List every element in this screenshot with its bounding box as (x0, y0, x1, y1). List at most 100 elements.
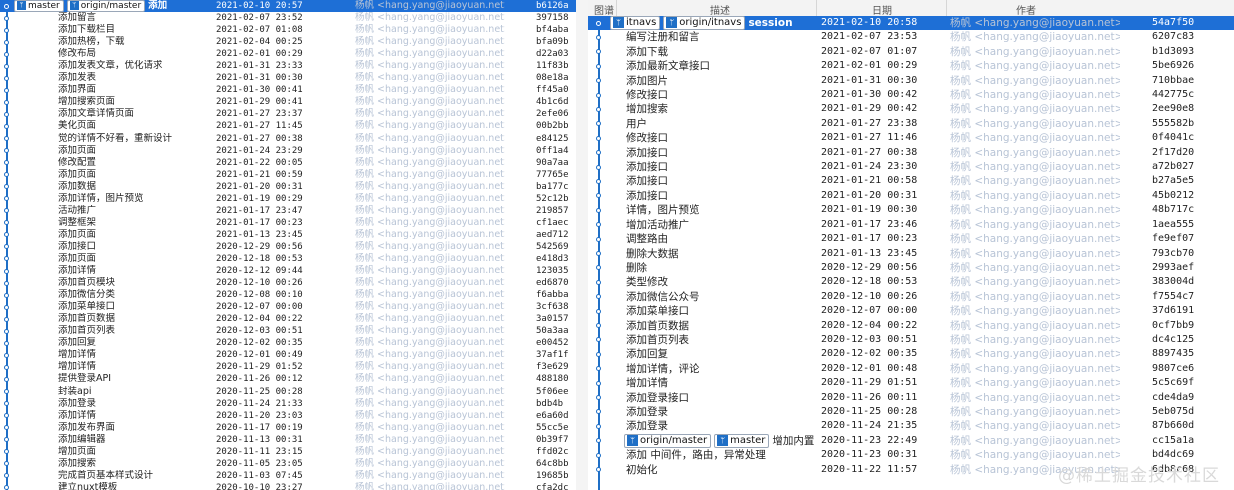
table-row[interactable]: 删除大数据 2021-01-13 23:45 杨帆 <hang.yang@jiaoy… (588, 247, 1234, 261)
commit-date: 2021-02-07 23:52 (216, 13, 303, 24)
table-row-branch[interactable]: ᛘ origin/master ᛘ master 增加内置 2020-11-23 22:4… (588, 433, 1234, 448)
commit-node-icon (4, 160, 9, 166)
table-row[interactable]: 添加下载 2021-02-07 01:07 杨帆 <hang.yang@jiaoyu… (588, 45, 1234, 59)
branch-tag[interactable]: ᛘ itnavs (610, 16, 661, 31)
table-row-selected[interactable]: ᛘ itnavs ᛘ origin/itnavs session 2021-02-1… (588, 16, 1234, 31)
table-row[interactable]: 添加首页列表 2020-12-03 00:51 杨帆 <hang.yang@jiao… (588, 333, 1234, 347)
table-row[interactable]: 添加回复 2020-12-02 00:35 杨帆 <hang.yang@jiaoyu… (588, 347, 1234, 361)
table-row[interactable]: 详情，图片预览 2021-01-19 00:30 杨帆 <hang.yang@jia… (588, 203, 1234, 217)
table-row[interactable]: 添加首页数据 2020-12-04 00:22 杨帆 <hang.yang@jiao… (0, 313, 576, 325)
table-row[interactable]: 添加接口 2021-01-21 00:58 杨帆 <hang.yang@jiaoyu… (588, 174, 1234, 188)
header-separator[interactable] (616, 0, 617, 16)
commit-author: 杨帆 <hang.yang@jiaoyuan.net> (355, 144, 505, 156)
table-row[interactable]: 完成首页基本样式设计 2020-11-03 07:45 杨帆 <hang.yang@… (0, 470, 576, 482)
table-row[interactable]: 添加最新文章接口 2021-02-01 00:29 杨帆 <hang.yang@ji… (588, 59, 1234, 73)
table-row[interactable]: 添加留言 2021-02-07 23:52 杨帆 <hang.yang@jiaoyu… (0, 12, 576, 24)
commit-hash: 0f4041c (1152, 132, 1195, 144)
table-row[interactable]: 修改接口 2021-01-30 00:42 杨帆 <hang.yang@jiaoyu… (588, 88, 1234, 102)
table-row[interactable]: 添加菜单接口 2020-12-07 00:00 杨帆 <hang.yang@jiao… (0, 301, 576, 313)
table-row[interactable]: 添加接口 2020-12-29 00:56 杨帆 <hang.yang@jiaoyu… (0, 241, 576, 253)
table-row[interactable]: 添加页面 2020-12-18 00:53 杨帆 <hang.yang@jiaoyu… (0, 253, 576, 265)
table-row-selected[interactable]: ᛘ master ᛘ origin/master 添加 2021-02-10 20:… (0, 0, 576, 13)
table-row[interactable]: 添加发表文章，优化请求 2021-01-31 23:33 杨帆 <hang.yang… (0, 60, 576, 72)
branch-tag[interactable]: ᛘ master (14, 0, 64, 13)
table-row[interactable]: 调整路由 2021-01-17 00:23 杨帆 <hang.yang@jiaoyu… (588, 232, 1234, 246)
table-row[interactable]: 增加活动推广 2021-01-17 23:46 杨帆 <hang.yang@jiao… (588, 218, 1234, 232)
commit-hash: f7554c7 (1152, 290, 1195, 302)
table-row[interactable]: 添加详情 2020-12-12 09:44 杨帆 <hang.yang@jiaoyu… (0, 265, 576, 277)
commit-date: 2021-01-20 00:31 (216, 181, 303, 192)
header-separator[interactable] (946, 0, 947, 16)
table-row[interactable]: 添加登录 2020-11-24 21:33 杨帆 <hang.yang@jiaoyu… (0, 398, 576, 410)
table-row[interactable]: 增加页面 2020-11-11 23:15 杨帆 <hang.yang@jiaoyu… (0, 446, 576, 458)
table-row[interactable]: 修改配置 2021-01-22 00:05 杨帆 <hang.yang@jiaoyu… (0, 157, 576, 169)
table-row[interactable]: 增加详情 2020-11-29 01:52 杨帆 <hang.yang@jiaoyu… (0, 361, 576, 373)
table-row[interactable]: 删除 2020-12-29 00:56 杨帆 <hang.yang@jiaoyuan… (588, 261, 1234, 275)
commit-hash: a72b027 (1152, 161, 1195, 173)
commit-message: 增加详情 (626, 377, 668, 390)
table-row[interactable]: 添加回复 2020-12-02 00:35 杨帆 <hang.yang@jiaoyu… (0, 337, 576, 349)
commit-node-icon (596, 337, 601, 343)
table-row[interactable]: 添加界面 2021-01-30 00:41 杨帆 <hang.yang@jiaoyu… (0, 84, 576, 96)
table-row[interactable]: 活动推广 2021-01-17 23:47 杨帆 <hang.yang@jiaoyu… (0, 205, 576, 217)
table-row[interactable]: 添加页面 2021-01-24 23:29 杨帆 <hang.yang@jiaoyu… (0, 145, 576, 157)
header-description[interactable]: 描述 (710, 2, 730, 17)
table-row[interactable]: 类型修改 2020-12-18 00:53 杨帆 <hang.yang@jiaoyu… (588, 275, 1234, 289)
commit-node-icon (4, 111, 9, 117)
table-row[interactable]: 建立nuxt模板 2020-10-10 23:27 杨帆 <hang.yang@ji… (0, 482, 576, 490)
table-row[interactable]: 调整框架 2021-01-17 00:23 杨帆 <hang.yang@jiaoyu… (0, 217, 576, 229)
table-row[interactable]: 添加微信分类 2020-12-08 00:10 杨帆 <hang.yang@jiao… (0, 289, 576, 301)
table-row[interactable]: 添加首页列表 2020-12-03 00:51 杨帆 <hang.yang@jiao… (0, 325, 576, 337)
table-row[interactable]: 添加登录 2020-11-25 00:28 杨帆 <hang.yang@jiaoyu… (588, 405, 1234, 419)
table-row[interactable]: 添加接口 2021-01-20 00:31 杨帆 <hang.yang@jiaoyu… (588, 189, 1234, 203)
table-row[interactable]: 添加菜单接口 2020-12-07 00:00 杨帆 <hang.yang@jiao… (588, 304, 1234, 318)
commit-hash: 397158 (536, 13, 569, 24)
table-row[interactable]: 添加数据 2021-01-20 00:31 杨帆 <hang.yang@jiaoyu… (0, 181, 576, 193)
table-row[interactable]: 美化页面 2021-01-27 11:45 杨帆 <hang.yang@jiaoyu… (0, 120, 576, 132)
table-row[interactable]: 增加详情 2020-11-29 01:51 杨帆 <hang.yang@jiaoyu… (588, 376, 1234, 390)
branch-tag[interactable]: ᛘ origin/master (624, 433, 712, 448)
commit-hash: ed6870 (536, 278, 569, 289)
table-row[interactable]: 添加热榜，下载 2021-02-04 00:25 杨帆 <hang.yang@jia… (0, 36, 576, 48)
table-row[interactable]: 增加搜索页面 2021-01-29 00:41 杨帆 <hang.yang@jiao… (0, 96, 576, 108)
table-row[interactable]: 添加首页模块 2020-12-10 00:26 杨帆 <hang.yang@jiao… (0, 277, 576, 289)
table-row[interactable]: 修改接口 2021-01-27 11:46 杨帆 <hang.yang@jiaoyu… (588, 131, 1234, 145)
header-graph[interactable]: 图谱 (594, 2, 614, 17)
table-row[interactable]: 添加接口 2021-01-27 00:38 杨帆 <hang.yang@jiaoyu… (588, 146, 1234, 160)
table-row[interactable]: 觉的详情不好看，重新设计 2021-01-27 00:38 杨帆 <hang.yan… (0, 133, 576, 145)
table-row[interactable]: 添加接口 2021-01-24 23:30 杨帆 <hang.yang@jiaoyu… (588, 160, 1234, 174)
table-row[interactable]: 添加详情，图片预览 2021-01-19 00:29 杨帆 <hang.yang@j… (0, 193, 576, 205)
header-date[interactable]: 日期 (872, 2, 892, 17)
table-row[interactable]: 增加详情 2020-12-01 00:49 杨帆 <hang.yang@jiaoyu… (0, 349, 576, 361)
table-row[interactable]: 提供登录API 2020-11-26 00:12 杨帆 <hang.yang@jia… (0, 373, 576, 385)
branch-tag[interactable]: ᛘ origin/master (66, 0, 146, 13)
table-row[interactable]: 添加首页数据 2020-12-04 00:22 杨帆 <hang.yang@jiao… (588, 319, 1234, 333)
table-row[interactable]: 添加发布界面 2020-11-17 00:19 杨帆 <hang.yang@jiao… (0, 422, 576, 434)
table-row[interactable]: 添加登录 2020-11-24 21:35 杨帆 <hang.yang@jiaoyu… (588, 419, 1234, 433)
table-row[interactable]: 添加页面 2021-01-21 00:59 杨帆 <hang.yang@jiaoyu… (0, 169, 576, 181)
table-row[interactable]: 添加搜索 2020-11-05 23:05 杨帆 <hang.yang@jiaoyu… (0, 458, 576, 470)
commit-message: 添加 (148, 0, 168, 11)
table-row[interactable]: 添加登录接口 2020-11-26 00:11 杨帆 <hang.yang@jiao… (588, 391, 1234, 405)
table-row[interactable]: 增加搜索 2021-01-29 00:42 杨帆 <hang.yang@jiaoyu… (588, 102, 1234, 116)
table-row[interactable]: 添加下载栏目 2021-02-07 01:08 杨帆 <hang.yang@jiao… (0, 24, 576, 36)
table-row[interactable]: 添加编辑器 2020-11-13 00:31 杨帆 <hang.yang@jiaoy… (0, 434, 576, 446)
commit-hash: 11f83b (536, 61, 569, 72)
table-row[interactable]: 添加图片 2021-01-31 00:30 杨帆 <hang.yang@jiaoyu… (588, 74, 1234, 88)
table-row[interactable]: 添加微信公众号 2020-12-10 00:26 杨帆 <hang.yang@jia… (588, 290, 1234, 304)
table-row[interactable]: 修改布局 2021-02-01 00:29 杨帆 <hang.yang@jiaoyu… (0, 48, 576, 60)
commit-message: 添加界面 (58, 84, 97, 96)
branch-tag[interactable]: ᛘ master (714, 433, 770, 448)
table-row[interactable]: 用户 2021-01-27 23:38 杨帆 <hang.yang@jiaoyuan… (588, 117, 1234, 131)
branch-tag-label: origin/master (80, 1, 142, 12)
table-row[interactable]: 添加页面 2021-01-13 23:45 杨帆 <hang.yang@jiaoyu… (0, 229, 576, 241)
table-row[interactable]: 增加详情，评论 2020-12-01 00:48 杨帆 <hang.yang@jia… (588, 362, 1234, 376)
header-author[interactable]: 作者 (1016, 2, 1036, 17)
table-row[interactable]: 编写注册和留言 2021-02-07 23:53 杨帆 <hang.yang@jia… (588, 30, 1234, 44)
branch-tag[interactable]: ᛘ origin/itnavs (663, 16, 746, 31)
table-row[interactable]: 添加发表 2021-01-31 00:30 杨帆 <hang.yang@jiaoyu… (0, 72, 576, 84)
table-row[interactable]: 添加详情 2020-11-20 23:03 杨帆 <hang.yang@jiaoyu… (0, 410, 576, 422)
header-separator[interactable] (816, 0, 817, 16)
table-row[interactable]: 添加文章详情页面 2021-01-27 23:37 杨帆 <hang.yang@ji… (0, 108, 576, 120)
table-row[interactable]: 封装api 2020-11-25 00:28 杨帆 <hang.yang@jiaoy… (0, 386, 576, 398)
